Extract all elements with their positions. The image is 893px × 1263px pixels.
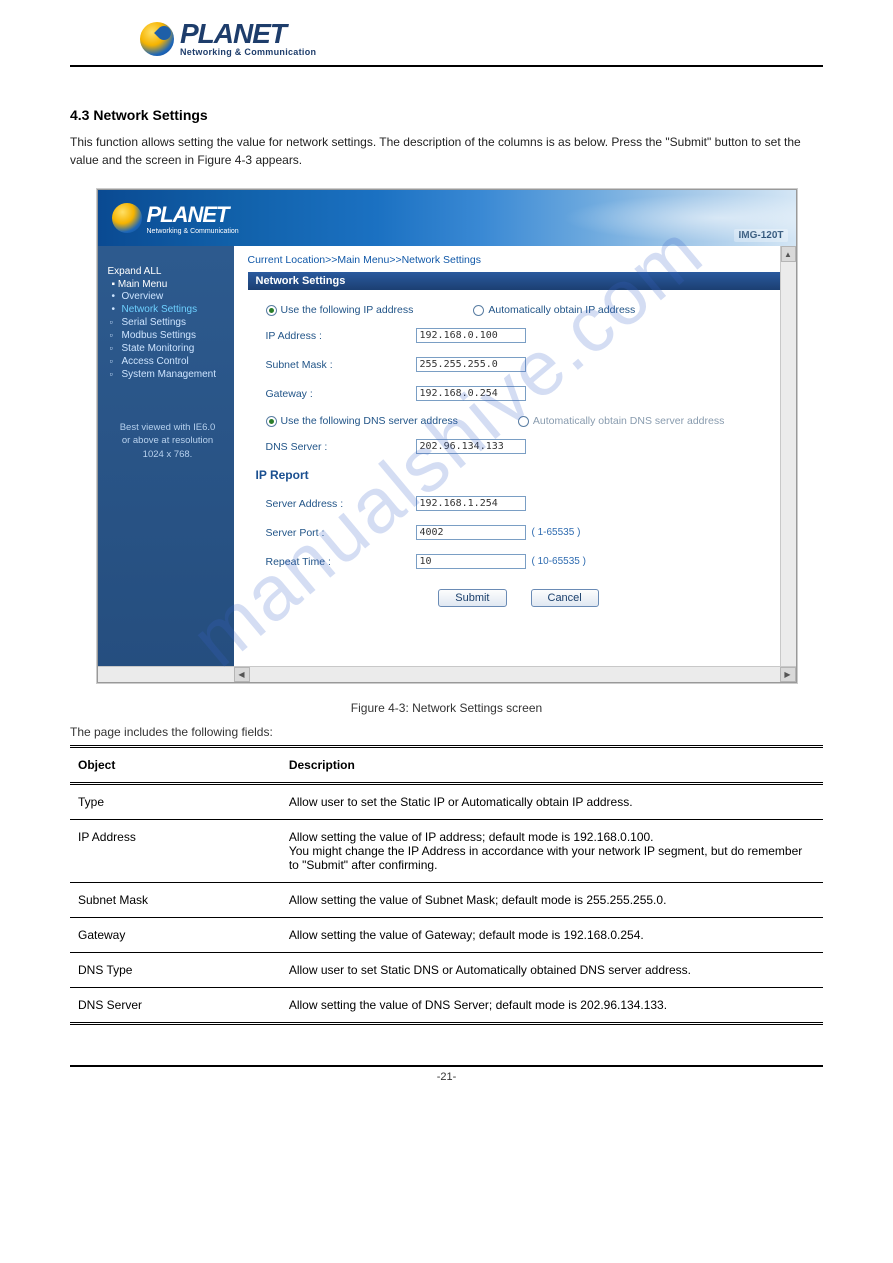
cell-desc: Allow setting the value of IP address; d…	[281, 820, 823, 883]
repeat-time-input[interactable]	[416, 554, 526, 569]
radio-unchecked-icon	[473, 305, 484, 316]
model-badge: IMG-120T	[734, 229, 787, 242]
sidebar-note: Best viewed with IE6.0 or above at resol…	[108, 421, 228, 461]
table-row: Gateway Allow setting the value of Gatew…	[70, 918, 823, 953]
cell-object: DNS Server	[70, 988, 281, 1024]
radio-unchecked-icon	[518, 416, 529, 427]
logo-text: PLANET	[180, 20, 316, 48]
sidebar-item-access-control[interactable]: Access Control	[108, 355, 228, 368]
page-footer: -21-	[70, 1065, 823, 1083]
radio-checked-icon	[266, 305, 277, 316]
sidebar-item-state-monitoring[interactable]: State Monitoring	[108, 342, 228, 355]
ip-report-heading: IP Report	[256, 468, 772, 482]
table-row: DNS Type Allow user to set Static DNS or…	[70, 953, 823, 988]
scroll-up-icon[interactable]: ▲	[781, 246, 796, 262]
radio-use-ip[interactable]: Use the following IP address	[266, 304, 414, 316]
app-banner: PLANET Networking & Communication IMG-12…	[98, 190, 796, 246]
table-row: DNS Server Allow setting the value of DN…	[70, 988, 823, 1024]
breadcrumb: Current Location>>Main Menu>>Network Set…	[248, 254, 782, 266]
section-desc: This function allows setting the value f…	[0, 133, 893, 189]
note-line: or above at resolution	[108, 434, 228, 447]
gateway-label: Gateway :	[266, 388, 416, 400]
banner-logo: PLANET Networking & Communication	[112, 202, 239, 235]
table-row: Subnet Mask Allow setting the value of S…	[70, 883, 823, 918]
gateway-input[interactable]	[416, 386, 526, 401]
banner-logo-text: PLANET	[147, 202, 239, 228]
radio-label: Automatically obtain IP address	[488, 304, 635, 316]
radio-auto-dns[interactable]: Automatically obtain DNS server address	[518, 415, 724, 427]
banner-logo-sub: Networking & Communication	[147, 228, 239, 235]
server-port-label: Server Port :	[266, 527, 416, 539]
cell-object: Type	[70, 784, 281, 820]
radio-label: Use the following IP address	[281, 304, 414, 316]
radio-label: Use the following DNS server address	[281, 415, 458, 427]
ip-address-label: IP Address :	[266, 330, 416, 342]
dns-server-input[interactable]	[416, 439, 526, 454]
sidebar-item-modbus-settings[interactable]: Modbus Settings	[108, 329, 228, 342]
sidebar-item-network-settings[interactable]: Network Settings	[108, 303, 228, 316]
page-number: -21-	[437, 1071, 457, 1083]
server-port-input[interactable]	[416, 525, 526, 540]
cell-desc: Allow setting the value of DNS Server; d…	[281, 988, 823, 1024]
cell-desc: Allow user to set the Static IP or Autom…	[281, 784, 823, 820]
note-line: 1024 x 768.	[108, 448, 228, 461]
cell-desc: Allow user to set Static DNS or Automati…	[281, 953, 823, 988]
subnet-mask-label: Subnet Mask :	[266, 359, 416, 371]
th-description: Description	[281, 747, 823, 784]
sidebar-item-overview[interactable]: Overview	[108, 290, 228, 303]
sidebar: Expand ALL ▪ Main Menu Overview Network …	[98, 246, 234, 666]
sidebar-item-system-management[interactable]: System Management	[108, 368, 228, 381]
form-area: Use the following IP address Automatical…	[248, 290, 782, 617]
cancel-button[interactable]: Cancel	[531, 589, 599, 607]
horizontal-scrollbar[interactable]: ◀ ▶	[98, 666, 796, 682]
figure-caption: Figure 4-3: Network Settings screen	[0, 701, 893, 715]
panel-title: Network Settings	[248, 272, 782, 290]
cell-object: IP Address	[70, 820, 281, 883]
vertical-scrollbar[interactable]: ▲	[780, 246, 796, 666]
planet-logo: PLANET Networking & Communication	[140, 20, 753, 57]
scroll-left-icon[interactable]: ◀	[234, 667, 250, 682]
globe-icon	[112, 203, 142, 233]
table-row: IP Address Allow setting the value of IP…	[70, 820, 823, 883]
radio-checked-icon	[266, 416, 277, 427]
th-object: Object	[70, 747, 281, 784]
note-line: Best viewed with IE6.0	[108, 421, 228, 434]
cell-desc: Allow setting the value of Subnet Mask; …	[281, 883, 823, 918]
section-title: 4.3 Network Settings	[0, 67, 893, 133]
expand-all[interactable]: Expand ALL	[108, 266, 228, 277]
sidebar-item-serial-settings[interactable]: Serial Settings	[108, 316, 228, 329]
submit-button[interactable]: Submit	[438, 589, 506, 607]
server-port-hint: ( 1-65535 )	[532, 527, 581, 538]
subnet-mask-input[interactable]	[416, 357, 526, 372]
globe-icon	[140, 22, 174, 56]
ip-address-input[interactable]	[416, 328, 526, 343]
content-area: ▲ Current Location>>Main Menu>>Network S…	[234, 246, 796, 666]
radio-label: Automatically obtain DNS server address	[533, 415, 724, 427]
page-header: PLANET Networking & Communication	[70, 0, 823, 67]
table-intro: The page includes the following fields:	[0, 725, 893, 745]
logo-subtext: Networking & Communication	[180, 48, 316, 57]
repeat-time-hint: ( 10-65535 )	[532, 556, 586, 567]
dns-server-label: DNS Server :	[266, 441, 416, 453]
server-address-input[interactable]	[416, 496, 526, 511]
radio-auto-ip[interactable]: Automatically obtain IP address	[473, 304, 635, 316]
cell-desc: Allow setting the value of Gateway; defa…	[281, 918, 823, 953]
repeat-time-label: Repeat Time :	[266, 556, 416, 568]
scroll-right-icon[interactable]: ▶	[780, 667, 796, 682]
cell-object: Subnet Mask	[70, 883, 281, 918]
menu-root[interactable]: ▪ Main Menu	[112, 279, 228, 290]
cell-object: DNS Type	[70, 953, 281, 988]
screenshot: manualshive.com PLANET Networking & Comm…	[97, 189, 797, 683]
cell-object: Gateway	[70, 918, 281, 953]
fields-table: Object Description Type Allow user to se…	[70, 745, 823, 1025]
radio-use-dns[interactable]: Use the following DNS server address	[266, 415, 458, 427]
table-row: Type Allow user to set the Static IP or …	[70, 784, 823, 820]
server-address-label: Server Address :	[266, 498, 416, 510]
